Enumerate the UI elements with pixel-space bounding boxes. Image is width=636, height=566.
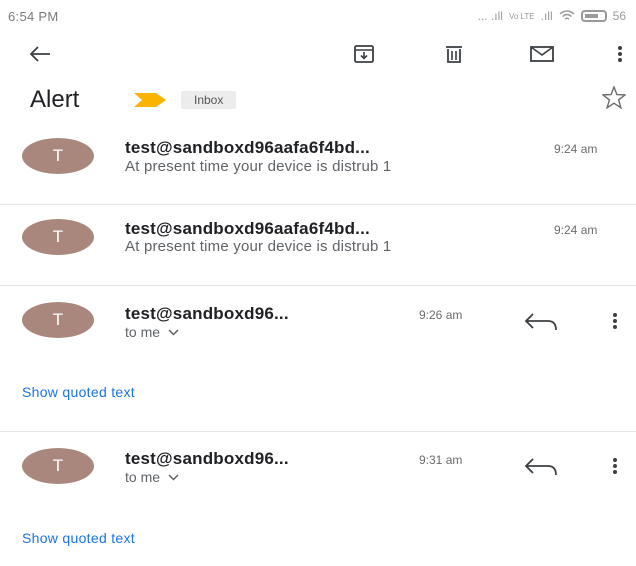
chevron-down-icon xyxy=(168,328,179,336)
message-time: 9:26 am xyxy=(419,308,463,322)
recipient-details-toggle[interactable]: to me xyxy=(125,324,179,340)
message-snippet: At present time your device is distrub 1 xyxy=(125,158,392,175)
inbox-label-chip[interactable]: Inbox xyxy=(181,91,237,109)
message-expanded-3: T test@sandboxd96... 9:26 am to me Show … xyxy=(0,286,636,431)
sender-name[interactable]: test@sandboxd96... xyxy=(125,304,289,324)
mail-icon[interactable] xyxy=(526,38,558,70)
volte-badge: Vo LTE xyxy=(508,11,535,21)
archive-icon[interactable] xyxy=(348,38,380,70)
message-time: 9:24 am xyxy=(554,223,598,237)
battery-icon xyxy=(580,10,607,22)
avatar[interactable]: T xyxy=(22,219,94,255)
importance-marker-icon[interactable] xyxy=(134,93,166,107)
reply-icon[interactable] xyxy=(524,455,560,479)
arrow-left-icon[interactable] xyxy=(24,38,56,70)
avatar[interactable]: T xyxy=(22,302,94,338)
sender-name[interactable]: test@sandboxd96... xyxy=(125,449,289,469)
sender-name: test@sandboxd96aafa6f4bd... xyxy=(125,219,370,238)
recipient-text: to me xyxy=(125,324,161,340)
signal-icon: ... .ıll xyxy=(477,9,503,23)
toolbar xyxy=(0,34,636,74)
avatar[interactable]: T xyxy=(22,448,94,484)
wifi-icon xyxy=(559,10,575,20)
subject-row: Alert Inbox xyxy=(0,82,636,122)
avatar[interactable]: T xyxy=(22,138,94,174)
message-collapsed-1[interactable]: T test@sandboxd96aafa6f4bd... 9:24 am At… xyxy=(0,128,636,204)
sender-name: test@sandboxd96aafa6f4bd... xyxy=(125,138,370,157)
more-vert-icon[interactable] xyxy=(612,457,618,475)
star-icon[interactable] xyxy=(602,86,626,109)
show-quoted-text-link[interactable]: Show quoted text xyxy=(22,530,135,546)
show-quoted-text-link[interactable]: Show quoted text xyxy=(22,384,135,400)
more-vert-icon[interactable] xyxy=(604,38,636,70)
more-vert-icon[interactable] xyxy=(612,312,618,330)
message-snippet: At present time your device is distrub 1 xyxy=(125,238,392,255)
signal-icon-2: .ıll xyxy=(540,9,553,23)
message-time: 9:24 am xyxy=(554,142,598,156)
recipient-text: to me xyxy=(125,469,161,485)
trash-icon[interactable] xyxy=(438,38,470,70)
chevron-down-icon xyxy=(168,473,179,481)
message-collapsed-2[interactable]: T test@sandboxd96aafa6f4bd... 9:24 am At… xyxy=(0,205,636,285)
status-time: 6:54 PM xyxy=(8,9,59,24)
message-time: 9:31 am xyxy=(419,453,463,467)
battery-level: 56 xyxy=(612,9,626,23)
reply-icon[interactable] xyxy=(524,310,560,334)
recipient-details-toggle[interactable]: to me xyxy=(125,469,179,485)
email-subject: Alert xyxy=(30,86,80,113)
status-bar: 6:54 PM ... .ıll Vo LTE .ıll 56 xyxy=(0,0,636,34)
status-icons: ... .ıll Vo LTE .ıll 56 xyxy=(478,9,626,23)
message-expanded-4: T test@sandboxd96... 9:31 am to me Show … xyxy=(0,432,636,566)
